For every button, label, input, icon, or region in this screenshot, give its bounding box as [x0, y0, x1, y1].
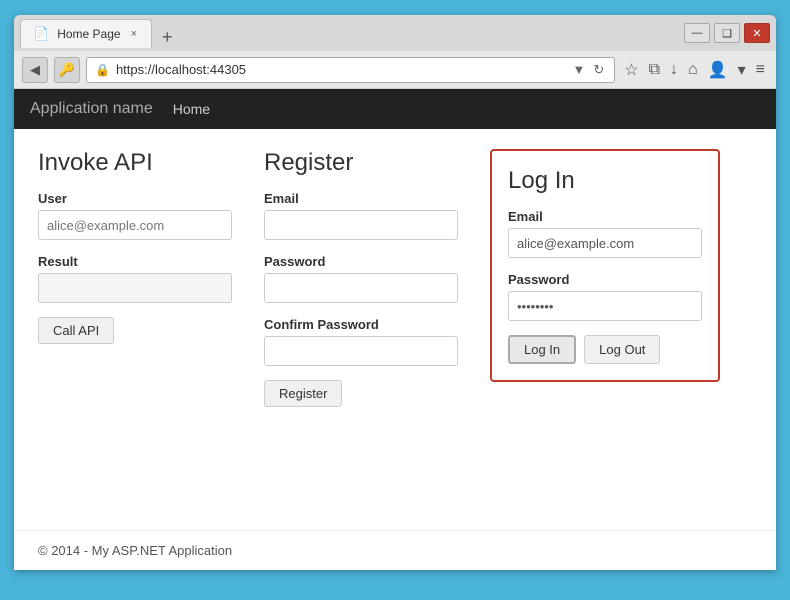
address-bar-actions: ▼ ↻	[570, 62, 606, 78]
register-confirm-input[interactable]	[264, 336, 458, 366]
register-confirm-group: Confirm Password	[264, 317, 458, 366]
register-section: Register Email Password Confirm Password…	[264, 149, 458, 407]
login-buttons: Log In Log Out	[508, 335, 702, 364]
tab-area: 📄 Home Page × +	[20, 19, 676, 48]
result-form-group: Result	[38, 254, 232, 303]
avatar-button[interactable]: 👤	[705, 60, 731, 80]
login-password-input[interactable]	[508, 291, 702, 321]
login-email-label: Email	[508, 209, 702, 224]
register-email-label: Email	[264, 191, 458, 206]
register-title: Register	[264, 149, 458, 177]
tab-close-btn[interactable]: ×	[129, 28, 139, 40]
home-button[interactable]: ⌂	[685, 61, 701, 79]
lock-icon: 🔒	[95, 63, 110, 77]
register-email-group: Email	[264, 191, 458, 240]
close-button[interactable]: ✕	[744, 23, 770, 43]
new-tab-button[interactable]: +	[156, 27, 179, 48]
dropdown2-button[interactable]: ▾	[735, 60, 749, 80]
tab-icon: 📄	[33, 26, 49, 42]
clipboard-button[interactable]: ⧉	[646, 61, 663, 79]
app-name: Application name	[30, 100, 153, 118]
browser-window: 📄 Home Page × + — ❑ ✕ ◀ 🔑 🔒 ▼ ↻	[14, 15, 776, 570]
logout-button[interactable]: Log Out	[584, 335, 660, 364]
page-content: Invoke API User Result Call API Register…	[14, 129, 776, 530]
footer-text: © 2014 - My ASP.NET Application	[38, 543, 232, 558]
login-title: Log In	[508, 167, 702, 195]
maximize-button[interactable]: ❑	[714, 23, 740, 43]
toolbar-icons: ☆ ⧉ ↓ ⌂ 👤 ▾ ≡	[621, 60, 768, 80]
invoke-api-section: Invoke API User Result Call API	[38, 149, 232, 344]
minimize-button[interactable]: —	[684, 23, 710, 43]
back-button[interactable]: ◀	[22, 57, 48, 83]
login-email-group: Email	[508, 209, 702, 258]
login-section: Log In Email Password Log In Log Out	[490, 149, 720, 382]
refresh-button[interactable]: ↻	[591, 62, 606, 78]
login-button[interactable]: Log In	[508, 335, 576, 364]
call-api-button[interactable]: Call API	[38, 317, 114, 344]
key-icon: 🔑	[59, 62, 75, 78]
result-label: Result	[38, 254, 232, 269]
back-icon: ◀	[30, 62, 40, 78]
login-password-group: Password	[508, 272, 702, 321]
nav-home-link[interactable]: Home	[173, 101, 210, 117]
key-button[interactable]: 🔑	[54, 57, 80, 83]
tab-label: Home Page	[57, 27, 120, 41]
register-confirm-label: Confirm Password	[264, 317, 458, 332]
login-email-input[interactable]	[508, 228, 702, 258]
user-input[interactable]	[38, 210, 232, 240]
nav-bar: ◀ 🔑 🔒 ▼ ↻ ☆ ⧉ ↓ ⌂ 👤 ▾ ≡	[14, 51, 776, 89]
user-form-group: User	[38, 191, 232, 240]
app-navbar: Application name Home	[14, 89, 776, 129]
dropdown-button[interactable]: ▼	[570, 62, 587, 77]
register-button[interactable]: Register	[264, 380, 342, 407]
register-email-input[interactable]	[264, 210, 458, 240]
user-label: User	[38, 191, 232, 206]
invoke-api-title: Invoke API	[38, 149, 232, 177]
menu-button[interactable]: ≡	[753, 61, 768, 79]
window-controls: — ❑ ✕	[684, 23, 770, 43]
title-bar: 📄 Home Page × + — ❑ ✕	[14, 15, 776, 51]
register-password-label: Password	[264, 254, 458, 269]
page-footer: © 2014 - My ASP.NET Application	[14, 530, 776, 570]
star-button[interactable]: ☆	[621, 60, 641, 80]
register-password-input[interactable]	[264, 273, 458, 303]
register-password-group: Password	[264, 254, 458, 303]
address-input[interactable]	[116, 62, 565, 77]
login-password-label: Password	[508, 272, 702, 287]
download-button[interactable]: ↓	[667, 61, 681, 79]
active-tab[interactable]: 📄 Home Page ×	[20, 19, 152, 48]
sections-row: Invoke API User Result Call API Register…	[38, 149, 752, 407]
address-bar[interactable]: 🔒 ▼ ↻	[86, 57, 615, 83]
result-input	[38, 273, 232, 303]
